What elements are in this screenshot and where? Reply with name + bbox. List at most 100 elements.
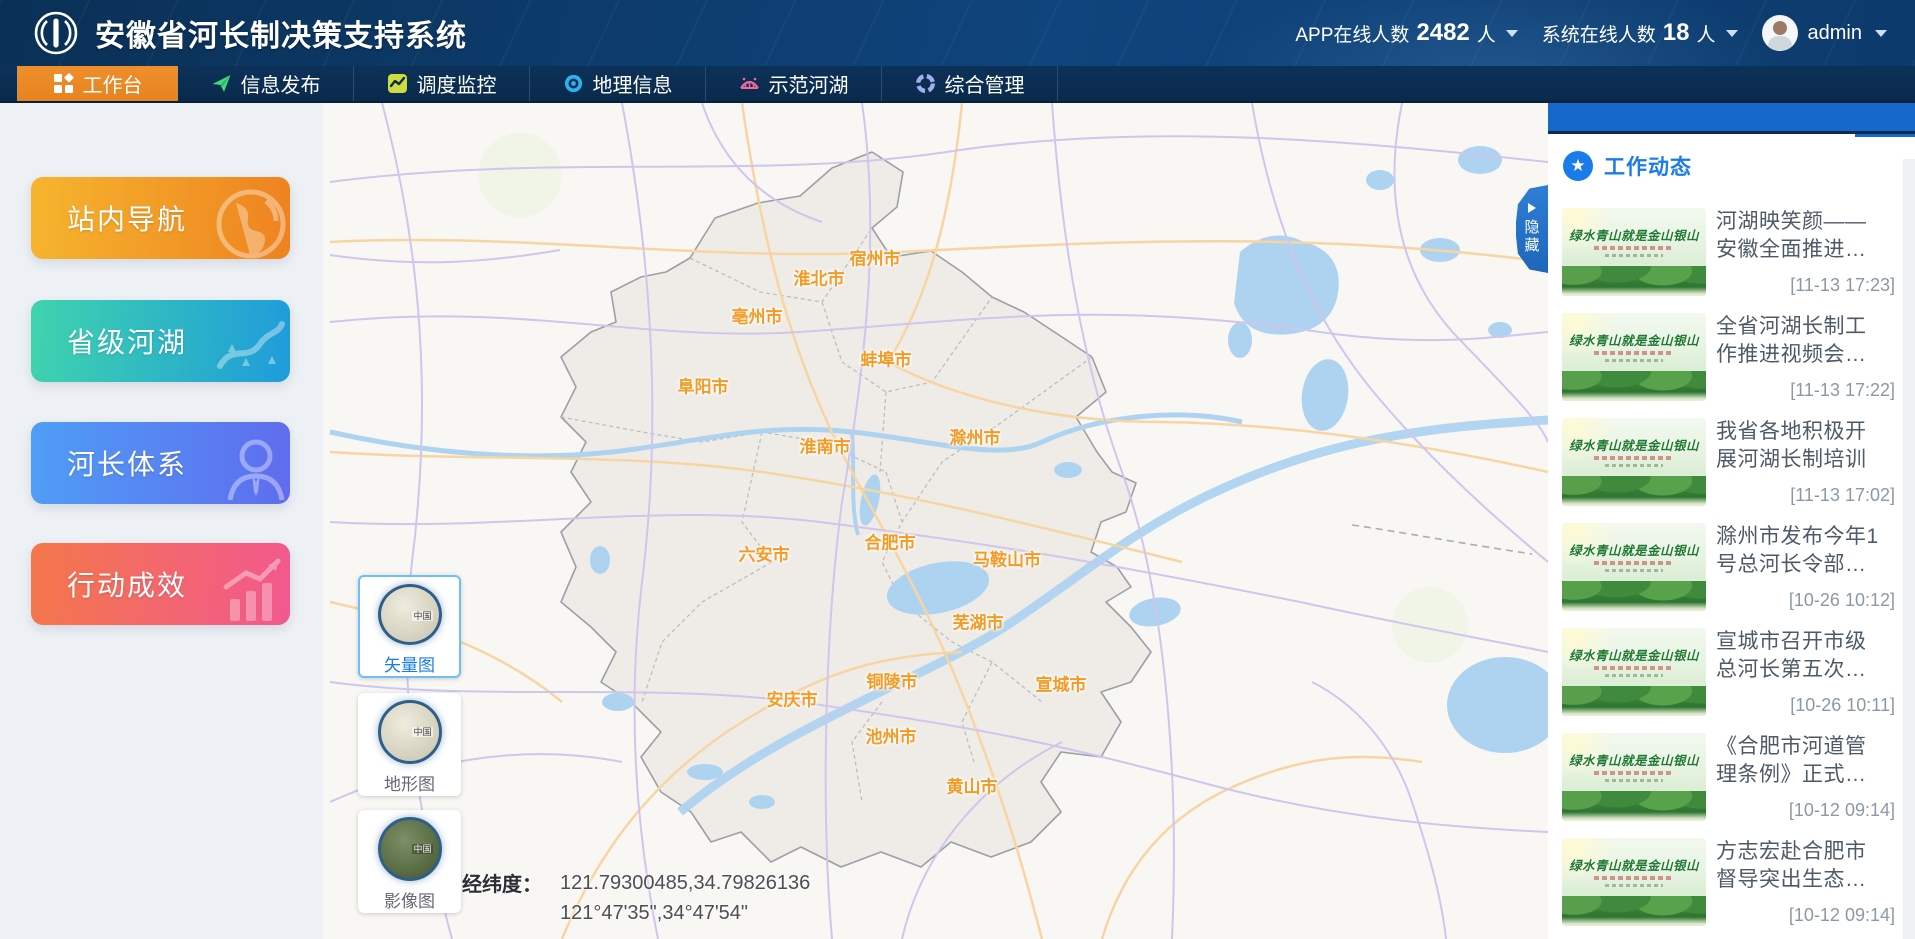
tab-info-publish[interactable]: 信息发布 bbox=[178, 66, 354, 101]
tab-label: 综合管理 bbox=[945, 69, 1025, 98]
chevron-down-icon bbox=[1726, 30, 1738, 37]
hide-ribbon-label: 隐藏 bbox=[1524, 219, 1540, 255]
app-logo-icon bbox=[33, 10, 79, 56]
page-title: 安徽省河长制决策支持系统 bbox=[95, 11, 467, 55]
thumbnail-caption: 绿水青山就是金山银山 bbox=[1562, 855, 1706, 874]
sidebar-button-provincial-rivers[interactable]: 省级河湖 bbox=[31, 300, 290, 382]
news-item[interactable]: 绿水青山就是金山银山 《合肥市河道管理条例》正式… [10-12 09:14] bbox=[1562, 733, 1903, 821]
tab-label: 调度监控 bbox=[417, 69, 497, 98]
coordinates-label: 经纬度： bbox=[462, 868, 542, 928]
sidebar-button-label: 行动成效 bbox=[67, 564, 187, 604]
globe-thumbnail-icon: 中国 bbox=[378, 700, 442, 764]
star-icon: ★ bbox=[1563, 151, 1593, 181]
chart-up-icon bbox=[208, 547, 290, 625]
coordinates-dms: 121°47'35",34°47'54" bbox=[560, 898, 810, 928]
thumbnail-caption: 绿水青山就是金山银山 bbox=[1562, 645, 1706, 664]
news-thumbnail: 绿水青山就是金山银山 bbox=[1562, 628, 1706, 716]
app-online-count: 2482 bbox=[1416, 19, 1469, 47]
tab-label: 地理信息 bbox=[593, 69, 673, 98]
person-tie-icon bbox=[208, 426, 290, 504]
app-online-dropdown[interactable]: APP在线人数 2482 人 bbox=[1295, 19, 1517, 47]
tab-demo-rivers[interactable]: 示范河湖 bbox=[706, 66, 882, 101]
news-item[interactable]: 绿水青山就是金山银山 滁州市发布今年1号总河长令部… [10-26 10:12] bbox=[1562, 523, 1903, 611]
tab-workbench[interactable]: 工作台 bbox=[17, 66, 178, 101]
globe-country-label: 中国 bbox=[412, 727, 432, 737]
sys-online-label: 系统在线人数 bbox=[1542, 20, 1656, 47]
tab-label: 信息发布 bbox=[241, 69, 321, 98]
thumbnail-caption: 绿水青山就是金山银山 bbox=[1562, 540, 1706, 559]
location-pin-icon bbox=[563, 73, 584, 94]
layer-card-imagery[interactable]: 中国 影像图 bbox=[358, 810, 461, 913]
username-label[interactable]: admin bbox=[1808, 22, 1862, 45]
globe-thumbnail-icon: 中国 bbox=[378, 817, 442, 881]
news-thumbnail: 绿水青山就是金山银山 bbox=[1562, 208, 1706, 296]
tab-label: 示范河湖 bbox=[769, 69, 849, 98]
main-navbar: 工作台 信息发布 调度监控 地理信息 示范河湖 综合管理 bbox=[0, 66, 1915, 103]
news-title: 全省河湖长制工作推进视频会… bbox=[1716, 313, 1879, 369]
chevron-down-icon bbox=[1506, 30, 1518, 37]
globe-country-label: 中国 bbox=[412, 844, 432, 854]
layer-label: 矢量图 bbox=[384, 651, 435, 676]
thumbnail-caption: 绿水青山就是金山银山 bbox=[1562, 750, 1706, 769]
segmented-ring-icon bbox=[915, 73, 936, 94]
news-title: 方志宏赴合肥市督导突出生态… bbox=[1716, 838, 1879, 894]
coordinates-decimal: 121.79300485,34.79826136 bbox=[560, 868, 810, 898]
panel-title: 工作动态 bbox=[1604, 151, 1692, 181]
news-list: 绿水青山就是金山银山 河湖映笑颜——安徽全面推进… [11-13 17:23] … bbox=[1548, 205, 1903, 939]
sidebar-button-site-nav[interactable]: 站内导航 bbox=[31, 177, 290, 259]
work-news-panel: ★ 工作动态 绿水青山就是金山银山 河湖映笑颜——安徽全面推进… [11-13 … bbox=[1548, 103, 1915, 939]
news-thumbnail: 绿水青山就是金山银山 bbox=[1562, 418, 1706, 506]
tab-comprehensive-mgmt[interactable]: 综合管理 bbox=[882, 66, 1058, 101]
sidebar-button-action-results[interactable]: 行动成效 bbox=[31, 543, 290, 625]
map-canvas[interactable]: 宿州市淮北市亳州市蚌埠市阜阳市滁州市淮南市合肥市六安市马鞍山市芜湖市铜陵市宣城市… bbox=[323, 103, 1548, 939]
triangle-right-icon bbox=[1528, 203, 1536, 213]
tab-geo-info[interactable]: 地理信息 bbox=[530, 66, 706, 101]
layer-card-vector[interactable]: 中国 矢量图 bbox=[358, 575, 461, 678]
news-time: [10-12 09:14] bbox=[1716, 905, 1895, 926]
news-thumbnail: 绿水青山就是金山银山 bbox=[1562, 733, 1706, 821]
tab-label: 工作台 bbox=[83, 69, 143, 98]
news-title: 滁州市发布今年1号总河长令部… bbox=[1716, 523, 1879, 579]
sidebar-button-label: 站内导航 bbox=[67, 198, 187, 238]
tab-dispatch-monitor[interactable]: 调度监控 bbox=[354, 66, 530, 101]
trend-chart-icon bbox=[387, 73, 408, 94]
left-sidebar: 站内导航 省级河湖 河长体系 行动成效 bbox=[0, 103, 323, 939]
thumbnail-caption: 绿水青山就是金山银山 bbox=[1562, 330, 1706, 349]
globe-icon bbox=[208, 181, 290, 259]
news-thumbnail: 绿水青山就是金山银山 bbox=[1562, 838, 1706, 926]
sidebar-button-river-chief-system[interactable]: 河长体系 bbox=[31, 422, 290, 504]
chevron-down-icon[interactable] bbox=[1875, 30, 1887, 37]
sys-online-dropdown[interactable]: 系统在线人数 18 人 bbox=[1542, 19, 1738, 47]
globe-country-label: 中国 bbox=[412, 611, 432, 621]
news-item[interactable]: 绿水青山就是金山银山 全省河湖长制工作推进视频会… [11-13 17:22] bbox=[1562, 313, 1903, 401]
news-title: 河湖映笑颜——安徽全面推进… bbox=[1716, 208, 1879, 264]
news-title: 《合肥市河道管理条例》正式… bbox=[1716, 733, 1879, 789]
news-title: 我省各地积极开展河湖长制培训 bbox=[1716, 418, 1879, 474]
app-header: 安徽省河长制决策支持系统 APP在线人数 2482 人 系统在线人数 18 人 … bbox=[0, 0, 1915, 66]
news-time: [11-13 17:23] bbox=[1716, 275, 1895, 296]
panel-scrollbar[interactable] bbox=[1903, 159, 1915, 939]
bridge-icon bbox=[739, 73, 760, 94]
news-time: [10-26 10:11] bbox=[1716, 695, 1895, 716]
avatar[interactable] bbox=[1762, 15, 1798, 51]
thumbnail-caption: 绿水青山就是金山银山 bbox=[1562, 435, 1706, 454]
sidebar-button-label: 河长体系 bbox=[67, 443, 187, 483]
grid-icon bbox=[53, 73, 74, 94]
panel-header: ★ 工作动态 bbox=[1548, 137, 1915, 195]
news-time: [11-13 17:02] bbox=[1716, 485, 1895, 506]
layer-label: 影像图 bbox=[384, 887, 435, 912]
news-time: [10-26 10:12] bbox=[1716, 590, 1895, 611]
sidebar-button-label: 省级河湖 bbox=[67, 321, 187, 361]
news-time: [11-13 17:22] bbox=[1716, 380, 1895, 401]
news-item[interactable]: 绿水青山就是金山银山 我省各地积极开展河湖长制培训 [11-13 17:02] bbox=[1562, 418, 1903, 506]
river-icon bbox=[208, 304, 290, 382]
news-thumbnail: 绿水青山就是金山银山 bbox=[1562, 523, 1706, 611]
news-item[interactable]: 绿水青山就是金山银山 宣城市召开市级总河长第五次… [10-26 10:11] bbox=[1562, 628, 1903, 716]
layer-card-terrain[interactable]: 中国 地形图 bbox=[358, 693, 461, 796]
sys-online-unit: 人 bbox=[1697, 20, 1716, 47]
thumbnail-caption: 绿水青山就是金山银山 bbox=[1562, 225, 1706, 244]
news-title: 宣城市召开市级总河长第五次… bbox=[1716, 628, 1879, 684]
app-online-label: APP在线人数 bbox=[1295, 20, 1409, 47]
news-item[interactable]: 绿水青山就是金山银山 方志宏赴合肥市督导突出生态… [10-12 09:14] bbox=[1562, 838, 1903, 926]
news-item[interactable]: 绿水青山就是金山银山 河湖映笑颜——安徽全面推进… [11-13 17:23] bbox=[1562, 208, 1903, 296]
